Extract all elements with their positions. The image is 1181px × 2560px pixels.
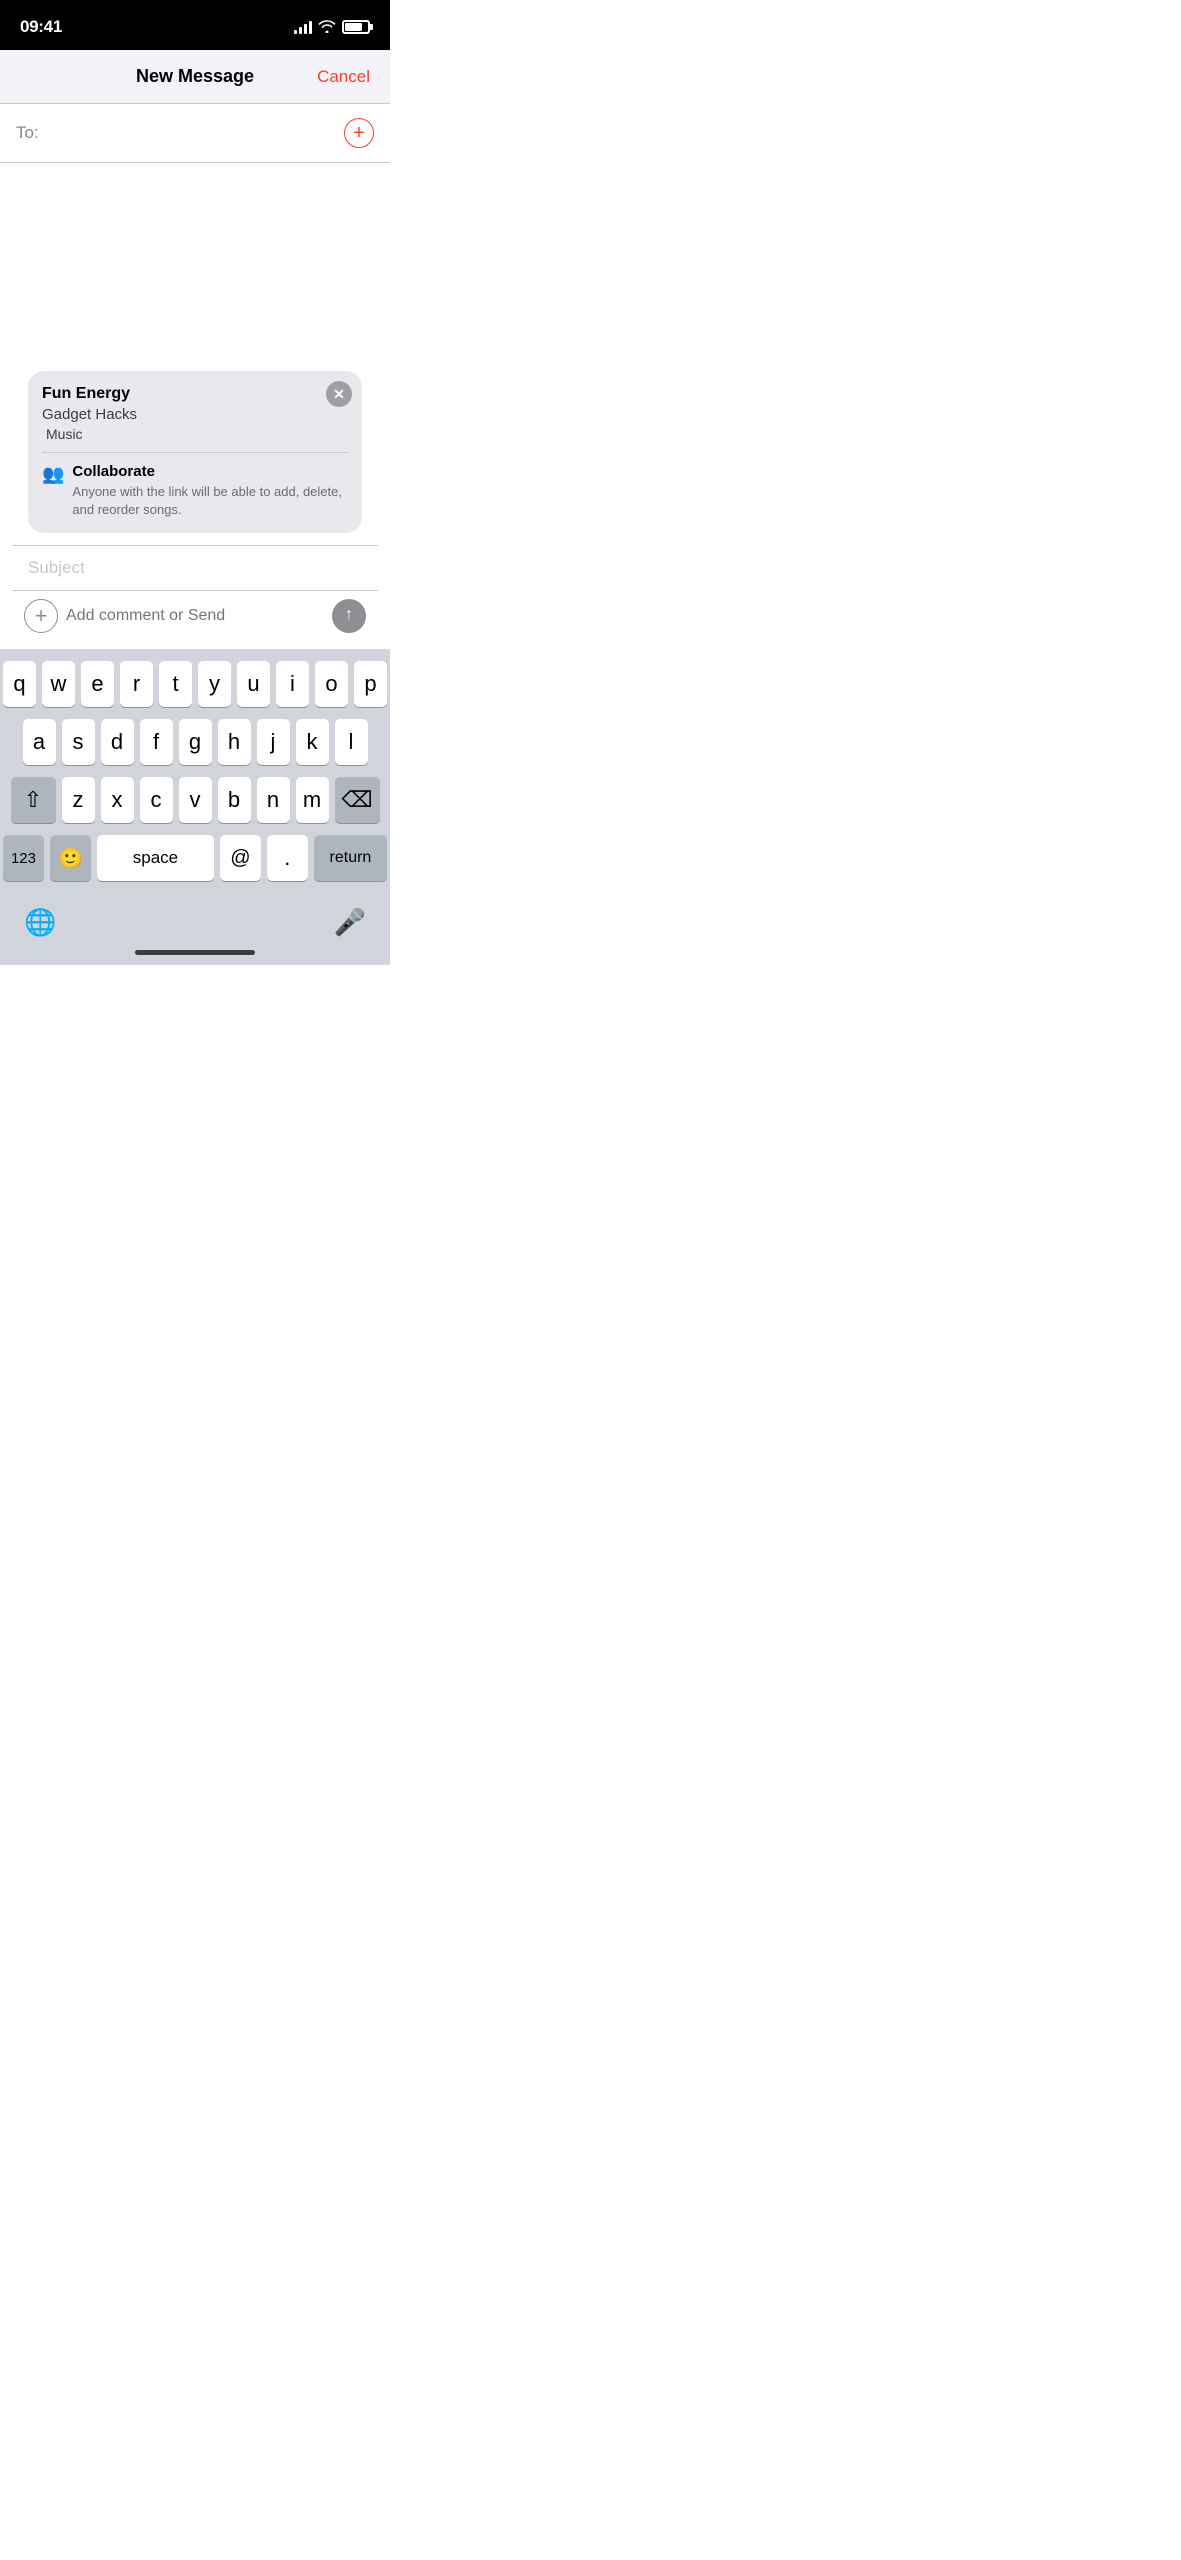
signal-icon (294, 20, 312, 34)
microphone-icon[interactable]: 🎤 (334, 907, 366, 938)
key-q[interactable]: q (3, 661, 36, 707)
keyboard-row-4: 123 🙂 space @ . return (3, 835, 387, 881)
card-header: Fun Energy Gadget Hacks Music (42, 385, 348, 442)
home-indicator (135, 950, 255, 955)
subject-placeholder: Subject (28, 558, 85, 577)
key-o[interactable]: o (315, 661, 348, 707)
key-x[interactable]: x (101, 777, 134, 823)
at-key[interactable]: @ (220, 835, 261, 881)
key-i[interactable]: i (276, 661, 309, 707)
message-input-row: + ↑ (12, 590, 378, 641)
emoji-icon: 🙂 (58, 846, 83, 871)
numbers-key[interactable]: 123 (3, 835, 44, 881)
shift-key[interactable]: ⇧ (11, 777, 56, 823)
cancel-button[interactable]: Cancel (317, 67, 370, 87)
nav-header: New Message Cancel (0, 50, 390, 104)
plus-icon: + (353, 123, 365, 143)
card-service-label: Music (46, 426, 83, 442)
compose-area[interactable] (0, 163, 390, 363)
at-label: @ (230, 847, 250, 870)
keyboard-row-1: q w e r t y u i o p (3, 661, 387, 707)
backspace-icon: ⌫ (341, 787, 372, 813)
return-label: return (330, 849, 372, 867)
close-icon: ✕ (333, 386, 345, 403)
card-subtitle: Gadget Hacks (42, 406, 348, 423)
key-f[interactable]: f (140, 719, 173, 765)
card-service: Music (42, 426, 348, 442)
key-a[interactable]: a (23, 719, 56, 765)
globe-icon[interactable]: 🌐 (24, 907, 56, 938)
shift-icon: ⇧ (24, 787, 42, 813)
key-b[interactable]: b (218, 777, 251, 823)
status-time: 09:41 (20, 17, 62, 37)
card-action: 👥 Collaborate Anyone with the link will … (42, 463, 348, 519)
keyboard-row-2: a s d f g h j k l (3, 719, 387, 765)
action-title: Collaborate (72, 463, 348, 480)
key-v[interactable]: v (179, 777, 212, 823)
to-label: To: (16, 123, 39, 143)
key-w[interactable]: w (42, 661, 75, 707)
to-input[interactable] (45, 123, 344, 143)
keyboard-row-3: ⇧ z x c v b n m ⌫ (3, 777, 387, 823)
key-d[interactable]: d (101, 719, 134, 765)
to-field: To: + (0, 104, 390, 163)
key-r[interactable]: r (120, 661, 153, 707)
card-close-button[interactable]: ✕ (326, 381, 352, 407)
backspace-key[interactable]: ⌫ (335, 777, 380, 823)
status-bar: 09:41 (0, 0, 390, 50)
card-divider (42, 452, 348, 453)
add-recipient-button[interactable]: + (344, 118, 374, 148)
key-u[interactable]: u (237, 661, 270, 707)
keyboard: q w e r t y u i o p a s d f g h j k l ⇧ … (0, 649, 390, 899)
key-s[interactable]: s (62, 719, 95, 765)
key-z[interactable]: z (62, 777, 95, 823)
key-y[interactable]: y (198, 661, 231, 707)
key-h[interactable]: h (218, 719, 251, 765)
card-title: Fun Energy (42, 385, 348, 403)
wifi-icon (318, 19, 336, 36)
key-g[interactable]: g (179, 719, 212, 765)
battery-icon (342, 20, 370, 34)
numbers-label: 123 (11, 850, 36, 867)
message-input[interactable] (66, 601, 324, 631)
key-n[interactable]: n (257, 777, 290, 823)
send-arrow-icon: ↑ (345, 607, 353, 623)
key-l[interactable]: l (335, 719, 368, 765)
status-icons (294, 19, 370, 36)
attach-button[interactable]: + (24, 599, 58, 633)
key-c[interactable]: c (140, 777, 173, 823)
attachment-card: ✕ Fun Energy Gadget Hacks Music 👥 Collab… (28, 371, 362, 533)
emoji-key[interactable]: 🙂 (50, 835, 91, 881)
action-description: Anyone with the link will be able to add… (72, 483, 348, 519)
page-title: New Message (136, 66, 254, 87)
space-label: space (133, 848, 178, 868)
key-m[interactable]: m (296, 777, 329, 823)
collaborate-icon: 👥 (42, 464, 64, 485)
key-k[interactable]: k (296, 719, 329, 765)
return-key[interactable]: return (314, 835, 387, 881)
key-p[interactable]: p (354, 661, 387, 707)
plus-attach-icon: + (35, 605, 48, 627)
key-e[interactable]: e (81, 661, 114, 707)
home-indicator-area (0, 942, 390, 965)
period-label: . (284, 845, 290, 871)
key-j[interactable]: j (257, 719, 290, 765)
key-t[interactable]: t (159, 661, 192, 707)
period-key[interactable]: . (267, 835, 308, 881)
attachment-wrapper: ✕ Fun Energy Gadget Hacks Music 👥 Collab… (0, 363, 390, 649)
subject-field[interactable]: Subject (12, 545, 378, 590)
bottom-bar: 🌐 🎤 (0, 899, 390, 942)
space-key[interactable]: space (97, 835, 214, 881)
send-button[interactable]: ↑ (332, 599, 366, 633)
action-content: Collaborate Anyone with the link will be… (72, 463, 348, 519)
